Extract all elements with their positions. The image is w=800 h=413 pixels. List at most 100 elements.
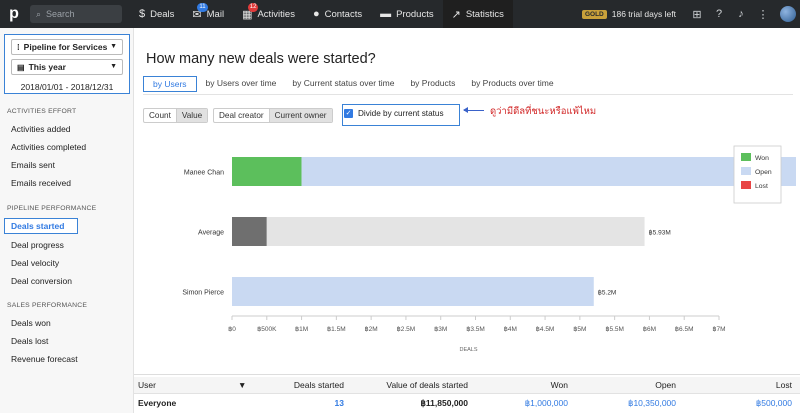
sidebar-item-deal-velocity[interactable]: Deal velocity bbox=[11, 258, 59, 268]
x-axis-title: DEALS bbox=[459, 347, 477, 353]
x-tick-label: ฿2M bbox=[365, 325, 378, 333]
nav-mail[interactable]: ✉ 11 Mail bbox=[183, 0, 233, 28]
trial-days-text[interactable]: 186 trial days left bbox=[612, 9, 676, 19]
search-icon: ⌕ bbox=[36, 8, 42, 19]
x-tick-label: ฿4.5M bbox=[536, 325, 555, 333]
nav-deals[interactable]: $ Deals bbox=[130, 0, 183, 28]
pipeline-icon: ⁞ bbox=[17, 42, 20, 52]
deals-chart: Manee ChanAverageSimon Pierce฿6.65M฿5.93… bbox=[182, 145, 796, 353]
category-label: Simon Pierce bbox=[182, 290, 224, 297]
tab-by-status-over-time[interactable]: by Current status over time bbox=[285, 76, 401, 92]
sidebar-item-deal-conversion[interactable]: Deal conversion bbox=[11, 276, 72, 286]
sidebar-item-deals-lost[interactable]: Deals lost bbox=[11, 336, 48, 346]
x-tick-label: ฿7M bbox=[712, 325, 725, 333]
calendar-icon: ▦ 12 bbox=[242, 2, 259, 21]
x-tick-label: ฿6.5M bbox=[675, 325, 694, 333]
nav-contacts-label: Contacts bbox=[324, 8, 363, 20]
plan-badge: GOLD bbox=[581, 9, 607, 19]
value-button[interactable]: Value bbox=[175, 109, 208, 122]
cell-won[interactable]: ฿1,000,000 bbox=[525, 398, 568, 409]
table-row: Everyone 13 ฿11,850,000 ฿1,000,000 ฿10,3… bbox=[134, 395, 800, 412]
x-tick-label: ฿5.5M bbox=[605, 325, 624, 333]
header-lost[interactable]: Lost bbox=[776, 380, 792, 390]
sidebar-item-activities-completed[interactable]: Activities completed bbox=[11, 142, 86, 152]
bar-segment bbox=[266, 217, 645, 246]
legend-swatch bbox=[741, 153, 751, 161]
count-button[interactable]: Count bbox=[144, 109, 176, 122]
search-box[interactable]: ⌕ Search bbox=[30, 5, 122, 23]
table-header-row: User ▼ Deals started Value of deals star… bbox=[134, 377, 800, 394]
mail-icon: ✉ 11 bbox=[192, 2, 208, 21]
dots-icon[interactable]: ⋮ bbox=[752, 8, 774, 21]
sort-caret-icon[interactable]: ▼ bbox=[238, 380, 246, 390]
total-label: ฿5.2M bbox=[598, 289, 617, 297]
activities-badge: 12 bbox=[247, 2, 259, 12]
category-label: Manee Chan bbox=[184, 170, 224, 177]
legend-swatch bbox=[741, 167, 751, 175]
chevron-down-icon: ▼ bbox=[110, 43, 117, 50]
header-won[interactable]: Won bbox=[551, 380, 568, 390]
reports-sidebar: ⁞ Pipeline for Services ▼ ▤ This year ▼ … bbox=[0, 28, 134, 413]
section-title: PIPELINE PERFORMANCE bbox=[7, 205, 97, 212]
nav-activities[interactable]: ▦ 12 Activities bbox=[233, 0, 304, 28]
cell-open[interactable]: ฿10,350,000 bbox=[628, 398, 676, 409]
add-icon[interactable]: ⊞ bbox=[686, 8, 708, 21]
sidebar-item-deal-progress[interactable]: Deal progress bbox=[11, 240, 64, 250]
header-value[interactable]: Value of deals started bbox=[386, 380, 468, 390]
sidebar-item-emails-received[interactable]: Emails received bbox=[11, 178, 71, 188]
person-icon: ● bbox=[312, 8, 320, 20]
pipeline-select[interactable]: ⁞ Pipeline for Services ▼ bbox=[11, 39, 123, 55]
tab-divider bbox=[143, 94, 793, 95]
dollar-icon: $ bbox=[139, 8, 146, 20]
nav-deals-label: Deals bbox=[150, 8, 175, 20]
nav-products-label: Products bbox=[396, 8, 434, 20]
box-icon: ▬ bbox=[380, 8, 392, 20]
tab-by-products[interactable]: by Products bbox=[403, 76, 462, 92]
chevron-down-icon: ▼ bbox=[110, 63, 117, 70]
x-tick-label: ฿3.5M bbox=[466, 325, 485, 333]
nav-statistics[interactable]: ↗ Statistics bbox=[442, 0, 513, 28]
nav-contacts[interactable]: ● Contacts bbox=[304, 0, 371, 28]
bell-icon[interactable]: ♪ bbox=[730, 8, 752, 20]
header-open[interactable]: Open bbox=[655, 380, 676, 390]
divide-by-status-checkbox[interactable]: ✓ Divide by current status bbox=[344, 109, 444, 118]
trend-icon: ↗ bbox=[451, 8, 461, 21]
help-icon[interactable]: ? bbox=[708, 8, 730, 20]
deal-creator-button[interactable]: Deal creator bbox=[214, 109, 269, 122]
legend-label: Lost bbox=[755, 183, 768, 190]
current-owner-button[interactable]: Current owner bbox=[268, 109, 332, 122]
x-tick-label: ฿5M bbox=[573, 325, 586, 333]
cell-user: Everyone bbox=[138, 398, 177, 408]
sidebar-item-deals-won[interactable]: Deals won bbox=[11, 318, 51, 328]
nav-products[interactable]: ▬ Products bbox=[371, 0, 443, 28]
tab-by-products-over-time[interactable]: by Products over time bbox=[464, 76, 560, 92]
arrow-icon bbox=[463, 107, 484, 113]
x-tick-label: ฿6M bbox=[643, 325, 656, 333]
sidebar-item-activities-added[interactable]: Activities added bbox=[11, 124, 71, 134]
sidebar-item-emails-sent[interactable]: Emails sent bbox=[11, 160, 55, 170]
date-range: 2018/01/01 - 2018/12/31 bbox=[20, 82, 114, 92]
pipedrive-logo[interactable]: p bbox=[0, 0, 28, 28]
page-title: How many new deals were started? bbox=[146, 51, 376, 67]
sidebar-item-revenue-forecast[interactable]: Revenue forecast bbox=[11, 354, 78, 364]
nav-statistics-label: Statistics bbox=[465, 8, 504, 20]
check-icon: ✓ bbox=[344, 109, 353, 118]
period-select[interactable]: ▤ This year ▼ bbox=[11, 59, 123, 75]
bar-segment bbox=[232, 157, 302, 186]
sidebar-item-deals-started[interactable]: Deals started bbox=[4, 218, 78, 234]
section-title: ACTIVITIES EFFORT bbox=[7, 108, 77, 115]
header-deals-started[interactable]: Deals started bbox=[294, 380, 344, 390]
tab-by-users[interactable]: by Users bbox=[143, 76, 197, 92]
user-avatar[interactable] bbox=[780, 6, 796, 22]
summary-table: User ▼ Deals started Value of deals star… bbox=[134, 374, 800, 413]
top-bar: p ⌕ Search $ Deals ✉ 11 Mail ▦ 12 Activiti… bbox=[0, 0, 800, 28]
tab-by-users-over-time[interactable]: by Users over time bbox=[199, 76, 284, 92]
header-user[interactable]: User bbox=[138, 380, 156, 390]
filter-box: ⁞ Pipeline for Services ▼ ▤ This year ▼ … bbox=[4, 34, 130, 94]
annotation-text: ดูว่ามีดีลที่ชนะหรือแพ้ไหม bbox=[490, 106, 597, 117]
bar-segment bbox=[232, 277, 594, 306]
cell-deals-started[interactable]: 13 bbox=[335, 398, 344, 408]
cell-lost[interactable]: ฿500,000 bbox=[756, 398, 792, 409]
x-tick-label: ฿0 bbox=[228, 325, 236, 333]
pipeline-select-value: Pipeline for Services bbox=[23, 42, 108, 52]
